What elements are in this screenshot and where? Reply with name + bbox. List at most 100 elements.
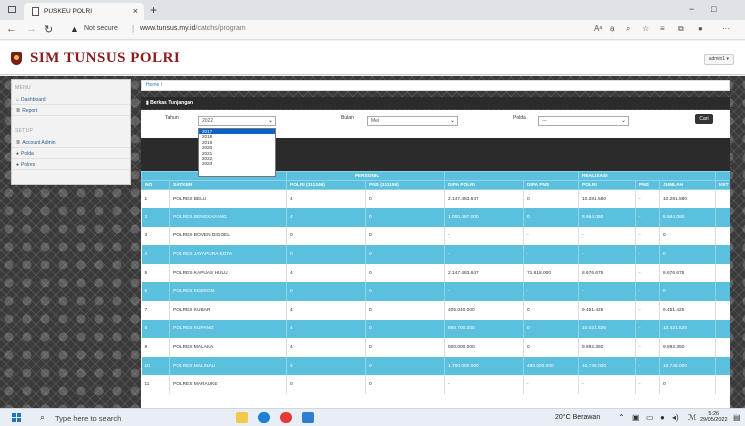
bulan-select[interactable]: Mei ⌄: [367, 116, 458, 126]
window-menu-icon[interactable]: [8, 6, 16, 13]
sidebar-item-label: Polres: [21, 162, 36, 168]
bulan-label: Bulan: [341, 115, 354, 121]
column-header: POLRI (311246): [286, 180, 366, 190]
table-cell: 0: [365, 338, 445, 357]
table-row[interactable]: 4 POLRES JAYAPURA KOTA 0 0- - - -0: [141, 245, 730, 264]
table-row[interactable]: 8 POLRES KUPANG 4 0 665.700.000 0 10.421.525-1…: [141, 319, 730, 339]
table-cell: [715, 263, 730, 283]
table-cell: 0: [286, 245, 366, 264]
group-header-personil: PERSONIL: [286, 171, 445, 181]
battery-icon[interactable]: ▭: [646, 413, 654, 422]
store-icon[interactable]: [302, 412, 314, 423]
sidebar-item-report[interactable]: ≣ Report: [12, 106, 130, 116]
tab-close-icon[interactable]: ×: [133, 6, 138, 16]
table-row[interactable]: 3 POLRES BOVEN DIGOEL 0 0- - - -0: [141, 226, 730, 246]
table-column-header-row: NO SATKER POLRI (311246) PNS (311156) DIPA P…: [141, 180, 730, 190]
table-cell: -: [444, 282, 524, 302]
table-cell: 2: [141, 208, 170, 227]
tahun-dropdown-list[interactable]: 2017 2018 2019 2020 2021 2022 2023: [198, 128, 276, 177]
favorite-icon[interactable]: ☆: [642, 24, 649, 33]
table-row[interactable]: 2 POLRES BENGKAYANG 4 0 1.000.497.000 0 8.664.…: [141, 208, 730, 227]
language-icon[interactable]: ℳ: [688, 413, 697, 422]
network-icon[interactable]: ▣: [632, 413, 640, 422]
windows-start-icon[interactable]: [12, 413, 21, 422]
immersive-reader-icon[interactable]: ạ: [610, 24, 614, 33]
tahun-select[interactable]: 2022 ⌄: [198, 116, 276, 126]
sidebar-item-polres[interactable]: ● Polres: [12, 160, 130, 170]
table-row[interactable]: 6 POLRES KEEROM 0 0- - - -0: [141, 282, 730, 302]
table-cell: 9.892.350: [659, 338, 717, 357]
edge-icon[interactable]: [258, 412, 270, 423]
url-path: /catchs/program: [195, 25, 246, 32]
tray-chevron-icon[interactable]: ⌃: [618, 413, 625, 422]
sidebar-item-account-admin[interactable]: ≣ Account Admin: [12, 138, 130, 148]
table-cell: 71.818.000: [523, 263, 579, 283]
table-row[interactable]: 1 POLRES BELU 4 0 2.147.483.647 0 10.281.580-1…: [141, 189, 730, 209]
volume-icon[interactable]: ◂): [672, 413, 679, 422]
table-row[interactable]: 9 POLRES MALAKA 4 0 500.000.000 0 9.892.350-9.…: [141, 338, 730, 357]
search-button[interactable]: Cari: [695, 114, 713, 124]
restore-icon[interactable]: □: [711, 4, 716, 14]
table-cell: -: [635, 189, 660, 209]
table-cell: -: [635, 263, 660, 283]
zoom-icon[interactable]: ⌕: [626, 24, 630, 34]
url-host: www.tunsus.my.id: [140, 25, 196, 32]
table-body: 1 POLRES BELU 4 0 2.147.483.647 0 10.281.580-1…: [141, 189, 730, 395]
security-label[interactable]: Not secure: [84, 25, 118, 32]
more-icon[interactable]: ···: [722, 24, 730, 33]
chrome-icon[interactable]: [280, 412, 292, 423]
table-cell: 1.700.000.000: [444, 356, 524, 376]
table-row[interactable]: 7 POLRES KUBAR 4 0 405.040.000 0 9.451.425-9.4…: [141, 301, 730, 320]
minimize-icon[interactable]: −: [689, 4, 694, 14]
forward-icon[interactable]: →: [26, 23, 37, 35]
back-icon[interactable]: ←: [6, 23, 17, 35]
table-cell: 5: [141, 263, 170, 283]
list-icon: ≣: [16, 108, 21, 114]
address-bar: ← → ↻ ▲ Not secure | www.tunsus.my.id/ca…: [0, 20, 745, 40]
sidebar-item-polda[interactable]: ● Polda: [12, 149, 130, 159]
table-cell: -: [578, 245, 636, 264]
table-cell: POLRES KUBAR: [169, 301, 287, 320]
polda-select[interactable]: --- ⌄: [538, 116, 629, 126]
chrome-tray-icon[interactable]: ●: [660, 413, 665, 422]
reload-icon[interactable]: ↻: [44, 23, 53, 36]
table-cell: -: [635, 319, 660, 339]
sidebar-item-label: Report: [22, 108, 38, 114]
table-cell: POLRES MARAUKE: [169, 375, 287, 395]
file-explorer-icon[interactable]: [236, 412, 248, 423]
table-row[interactable]: 11 POLRES MARAUKE 0 0- - - -0: [141, 375, 730, 395]
table-cell: POLRES BENGKAYANG: [169, 208, 287, 227]
user-menu-button[interactable]: admin1 ▾: [703, 54, 734, 65]
table-cell: -: [578, 375, 636, 395]
taskbar-search-input[interactable]: Type here to search: [55, 414, 121, 423]
column-header: KET: [715, 180, 730, 190]
pin-icon: ●: [16, 151, 20, 157]
table-cell: 4: [286, 263, 366, 283]
home-icon: ⌂: [16, 97, 20, 103]
polda-value: ---: [542, 118, 547, 124]
search-icon[interactable]: ⌕: [40, 412, 45, 423]
clock[interactable]: 5:26 29/05/2022: [700, 411, 728, 423]
profile-icon[interactable]: ●: [698, 24, 703, 33]
browser-tab[interactable]: PUSKEU POLRI ×: [24, 3, 144, 20]
table-cell: 0: [286, 226, 366, 246]
table-cell: 8: [141, 319, 170, 339]
weather-widget[interactable]: 20°C Berawan: [555, 414, 600, 421]
list-icon: ≣: [16, 140, 21, 146]
table-cell: 10.421.525: [659, 319, 717, 339]
notification-icon[interactable]: ▤: [733, 413, 741, 422]
breadcrumb[interactable]: Home /: [141, 80, 730, 91]
year-option[interactable]: 2023: [199, 161, 275, 166]
url-field[interactable]: ▲ Not secure | www.tunsus.my.id/catchs/p…: [64, 23, 594, 37]
table-row[interactable]: 5 POLRES KAPUAS HULU 4 0 2.147.483.647 71.818…: [141, 263, 730, 283]
table-row[interactable]: 10 POLRES MALINAU 4 0 1.700.000.000 460.000.0…: [141, 356, 730, 376]
collections-icon[interactable]: ⧉: [678, 24, 684, 34]
sidebar-item-dashboard[interactable]: ⌂ Dashboard: [12, 95, 130, 105]
read-aloud-icon[interactable]: Aᵃ: [594, 24, 602, 33]
table-cell: POLRES BOVEN DIGOEL: [169, 226, 287, 246]
tahun-label: Tahun: [165, 115, 179, 121]
table-cell: -: [523, 226, 579, 246]
table-cell: -: [578, 282, 636, 302]
favorites-list-icon[interactable]: ≡: [660, 24, 665, 33]
new-tab-icon[interactable]: +: [150, 3, 157, 17]
